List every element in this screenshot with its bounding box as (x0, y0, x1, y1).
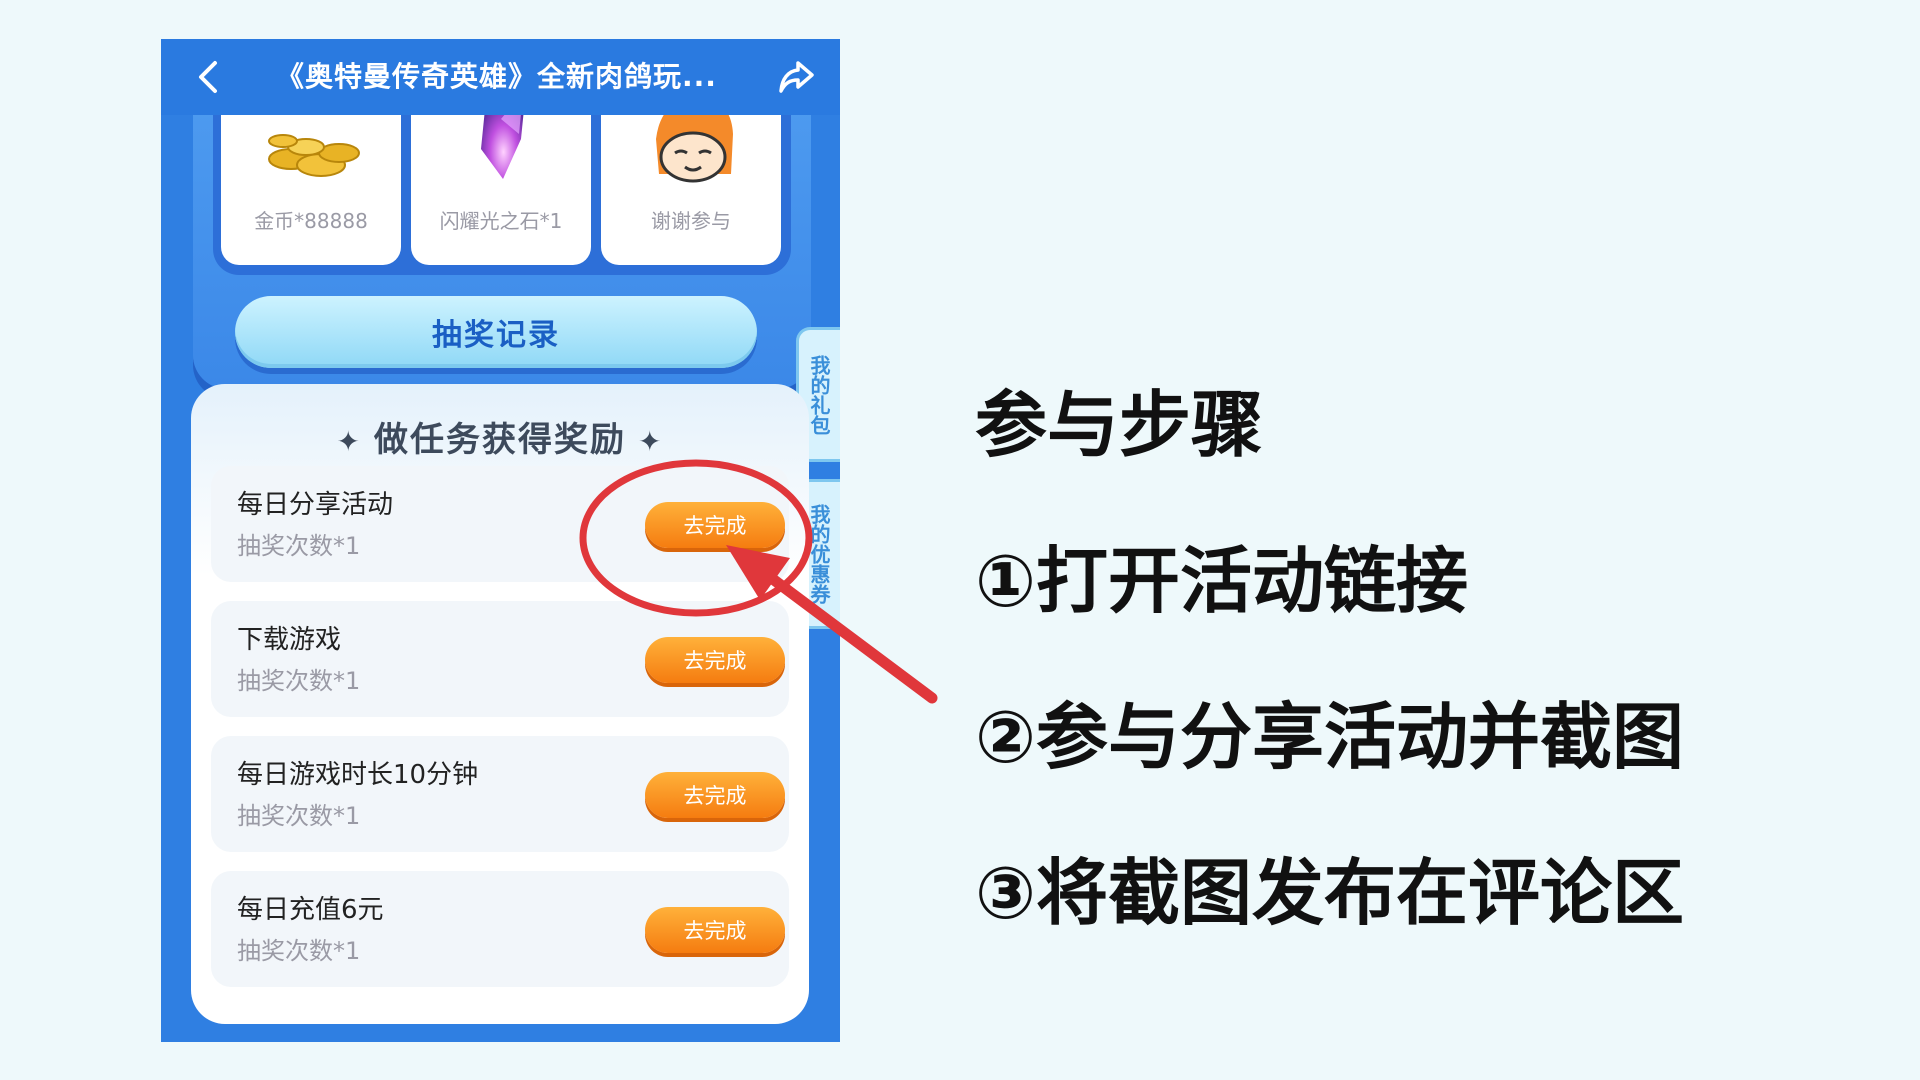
task-name: 每日充值6元 (237, 895, 384, 925)
prize-panel: 金币*88888 闪耀光之石*1 谢谢参与 抽奖记录 (193, 79, 811, 389)
share-icon[interactable] (776, 57, 818, 97)
go-complete-button[interactable]: 去完成 (645, 502, 785, 548)
task-panel: ✦ 做任务获得奖励 ✦ 每日分享活动 抽奖次数*1 去完成 下载游戏 抽奖次数*1 … (191, 384, 809, 1024)
task-name: 每日分享活动 (237, 490, 394, 520)
task-item: 每日游戏时长10分钟 抽奖次数*1 去完成 (211, 736, 789, 852)
task-reward: 抽奖次数*1 (237, 802, 361, 830)
top-bar: 《奥特曼传奇英雄》全新肉鸽玩... (161, 39, 840, 115)
sparkle-icon: ✦ (336, 425, 362, 458)
draw-record-button[interactable]: 抽奖记录 (235, 296, 757, 368)
go-complete-button[interactable]: 去完成 (645, 907, 785, 953)
task-reward: 抽奖次数*1 (237, 667, 361, 695)
task-item: 每日分享活动 抽奖次数*1 去完成 (211, 466, 789, 582)
prize-label: 金币*88888 (254, 209, 368, 233)
prize-label: 谢谢参与 (651, 209, 731, 233)
task-name: 下载游戏 (237, 625, 342, 655)
task-heading: ✦ 做任务获得奖励 ✦ (191, 412, 809, 461)
prize-label: 闪耀光之石*1 (439, 209, 563, 233)
task-reward: 抽奖次数*1 (237, 937, 361, 965)
back-arrow-icon[interactable] (191, 57, 227, 97)
task-name: 每日游戏时长10分钟 (237, 760, 479, 790)
task-heading-text: 做任务获得奖励 (374, 420, 626, 460)
go-complete-button[interactable]: 去完成 (645, 772, 785, 818)
task-item: 下载游戏 抽奖次数*1 去完成 (211, 601, 789, 717)
task-reward: 抽奖次数*1 (237, 532, 361, 560)
step-2: ②参与分享活动并截图 (975, 695, 1684, 779)
page-title: 《奥特曼传奇英雄》全新肉鸽玩... (276, 60, 717, 93)
steps-title: 参与步骤 (975, 383, 1264, 467)
go-complete-button[interactable]: 去完成 (645, 637, 785, 683)
steps-panel: 参与步骤 ①打开活动链接 ②参与分享活动并截图 ③将截图发布在评论区 (975, 380, 1684, 1004)
step-3: ③将截图发布在评论区 (975, 851, 1684, 935)
phone-screenshot: 《奥特曼传奇英雄》全新肉鸽玩... 金币*88888 闪耀光之石*1 谢谢参与 … (161, 39, 840, 1042)
sparkle-icon: ✦ (638, 425, 664, 458)
step-1: ①打开活动链接 (975, 539, 1468, 623)
task-item: 每日充值6元 抽奖次数*1 去完成 (211, 871, 789, 987)
